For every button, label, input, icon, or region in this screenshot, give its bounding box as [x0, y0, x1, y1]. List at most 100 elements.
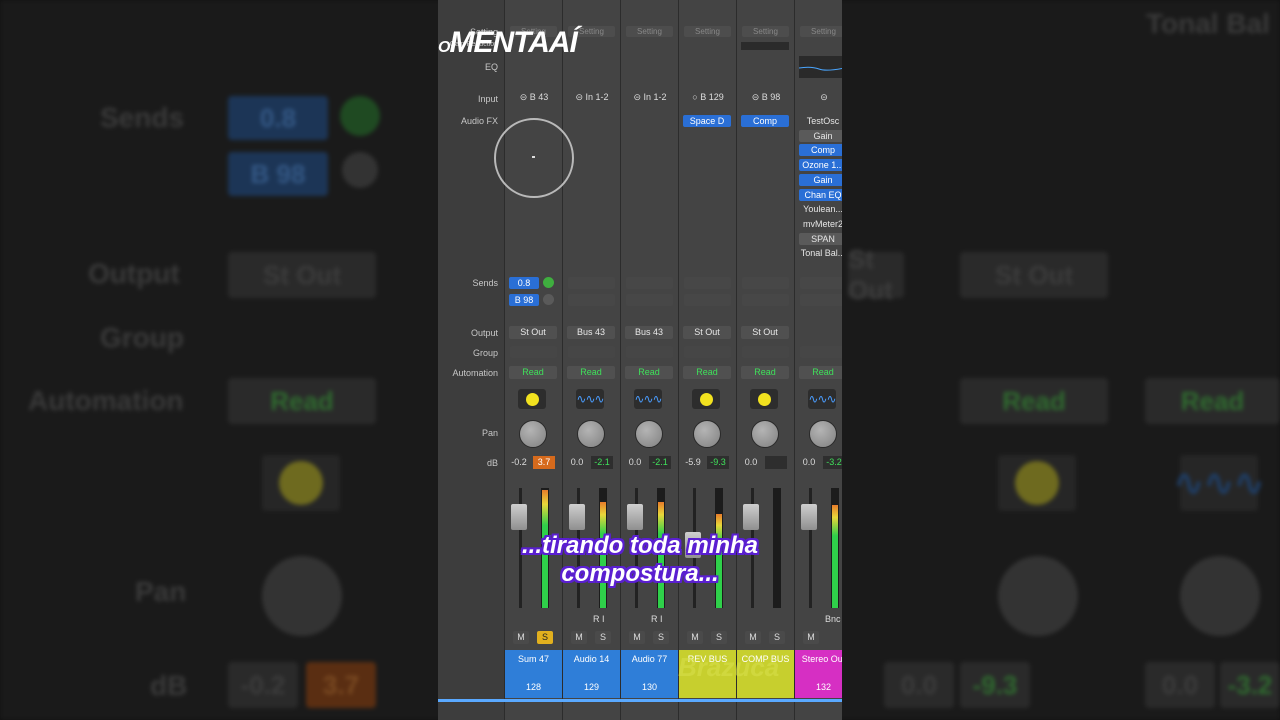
send-bus[interactable]: B 98 — [509, 294, 539, 306]
solo-button[interactable]: S — [769, 631, 785, 644]
send-knob-icon[interactable] — [543, 277, 554, 288]
volume-value[interactable]: 0.0 — [740, 456, 762, 469]
plugin-window[interactable]: ∿∿∿ — [808, 389, 837, 409]
record-input-buttons[interactable]: R I — [651, 614, 663, 624]
pan-knob[interactable] — [751, 420, 779, 448]
eq-thumbnail[interactable] — [798, 56, 842, 78]
send-slot-empty[interactable] — [742, 294, 789, 306]
send-slot-empty[interactable] — [742, 277, 789, 289]
mute-button[interactable]: M — [687, 631, 703, 644]
volume-fader[interactable] — [743, 504, 759, 530]
peak-value[interactable]: -2.1 — [591, 456, 613, 469]
peak-value[interactable] — [765, 456, 787, 469]
volume-value[interactable]: -0.2 — [508, 456, 530, 469]
group-slot[interactable] — [626, 346, 673, 358]
volume-fader[interactable] — [569, 504, 585, 530]
automation-mode[interactable]: Read — [509, 366, 557, 379]
automation-mode[interactable]: Read — [741, 366, 789, 379]
group-slot[interactable] — [800, 346, 842, 358]
record-input-buttons[interactable]: R I — [593, 614, 605, 624]
audio-fx-slot[interactable]: Tonal Bal... — [799, 247, 842, 259]
input-button[interactable]: ⊝ B 98 — [740, 92, 792, 103]
audio-fx-slot[interactable]: SPAN — [799, 232, 842, 245]
mute-button[interactable]: M — [803, 631, 819, 644]
group-slot[interactable] — [510, 346, 557, 358]
input-button[interactable]: ⊝ — [798, 92, 842, 103]
audio-fx-slot[interactable]: Ozone 1... — [799, 159, 842, 172]
send-slot-empty[interactable] — [800, 277, 842, 289]
setting-button[interactable]: Setting — [742, 26, 789, 37]
automation-mode[interactable]: Read — [625, 366, 673, 379]
input-button[interactable]: ⊝ In 1-2 — [566, 92, 618, 103]
volume-fader[interactable] — [511, 504, 527, 530]
audio-fx-slot[interactable]: Comp — [741, 115, 789, 127]
audio-fx-slot[interactable]: mvMeter2 — [799, 218, 842, 230]
send-slot-empty[interactable] — [568, 294, 615, 306]
input-button[interactable]: ⊝ B 43 — [508, 92, 560, 103]
send-slot-empty[interactable] — [684, 277, 731, 289]
pan-knob[interactable] — [519, 420, 547, 448]
setting-button[interactable]: Setting — [626, 26, 673, 37]
volume-value[interactable]: 0.0 — [624, 456, 646, 469]
plugin-window[interactable]: ∿∿∿ — [634, 389, 663, 409]
plugin-window[interactable] — [692, 389, 720, 409]
audio-fx-slot[interactable]: Comp — [799, 144, 842, 157]
automation-mode[interactable]: Read — [567, 366, 615, 379]
volume-value[interactable]: -5.9 — [682, 456, 704, 469]
output-button[interactable]: St Out — [741, 326, 789, 339]
audio-fx-slot[interactable]: Youlean... — [799, 203, 842, 215]
input-button[interactable]: ○ B 129 — [682, 92, 734, 102]
group-slot[interactable] — [568, 346, 615, 358]
input-button[interactable]: ⊝ In 1-2 — [624, 92, 676, 103]
send-slot-empty[interactable] — [684, 294, 731, 306]
plugin-window[interactable] — [750, 389, 778, 409]
solo-button[interactable]: S — [653, 631, 669, 644]
volume-fader[interactable] — [801, 504, 817, 530]
send-slot-empty[interactable] — [626, 277, 673, 289]
pan-knob[interactable] — [809, 420, 837, 448]
volume-value[interactable]: 0.0 — [798, 456, 820, 469]
record-input-buttons[interactable]: Bnc — [825, 614, 841, 624]
automation-mode[interactable]: Read — [799, 366, 842, 379]
solo-button[interactable]: S — [537, 631, 553, 644]
volume-value[interactable]: 0.0 — [566, 456, 588, 469]
peak-value[interactable]: -2.1 — [649, 456, 671, 469]
track-name-bar[interactable]: Audio 77 130 — [621, 650, 678, 698]
setting-button[interactable]: Setting — [684, 26, 731, 37]
setting-button[interactable]: Setting — [800, 26, 842, 37]
audio-fx-slot[interactable]: Chan EQ — [799, 188, 842, 201]
pan-knob[interactable] — [577, 420, 605, 448]
peak-value[interactable]: 3.7 — [533, 456, 555, 469]
mute-button[interactable]: M — [629, 631, 645, 644]
pan-knob[interactable] — [693, 420, 721, 448]
volume-fader[interactable] — [627, 504, 643, 530]
send-slot-empty[interactable] — [626, 294, 673, 306]
audio-fx-slot[interactable]: Space D — [683, 115, 731, 127]
automation-mode[interactable]: Read — [683, 366, 731, 379]
mute-button[interactable]: M — [513, 631, 529, 644]
send-slot-empty[interactable] — [800, 294, 842, 306]
group-slot[interactable] — [684, 346, 731, 358]
pan-knob[interactable] — [635, 420, 663, 448]
peak-value[interactable]: -9.3 — [707, 456, 729, 469]
output-button[interactable]: Bus 43 — [567, 326, 615, 339]
send-level[interactable]: 0.8 — [509, 277, 539, 289]
audio-fx-slot[interactable]: Gain — [799, 173, 842, 186]
audio-fx-slot[interactable]: TestOsc — [799, 115, 842, 127]
send-slot-empty[interactable] — [568, 277, 615, 289]
output-button[interactable]: St Out — [509, 326, 557, 339]
solo-button[interactable]: S — [595, 631, 611, 644]
output-button[interactable]: Bus 43 — [625, 326, 673, 339]
mute-button[interactable]: M — [571, 631, 587, 644]
solo-button[interactable]: S — [711, 631, 727, 644]
peak-value[interactable]: -3.2 — [823, 456, 842, 469]
send-knob-icon[interactable] — [543, 294, 554, 305]
track-name-bar[interactable]: Sum 47 128 — [505, 650, 562, 698]
mute-button[interactable]: M — [745, 631, 761, 644]
output-button[interactable]: St Out — [683, 326, 731, 339]
track-name-bar[interactable]: Audio 14 129 — [563, 650, 620, 698]
group-slot[interactable] — [742, 346, 789, 358]
plugin-window[interactable]: ∿∿∿ — [576, 389, 605, 409]
audio-fx-slot[interactable]: Gain — [799, 129, 842, 142]
plugin-window[interactable] — [518, 389, 546, 409]
